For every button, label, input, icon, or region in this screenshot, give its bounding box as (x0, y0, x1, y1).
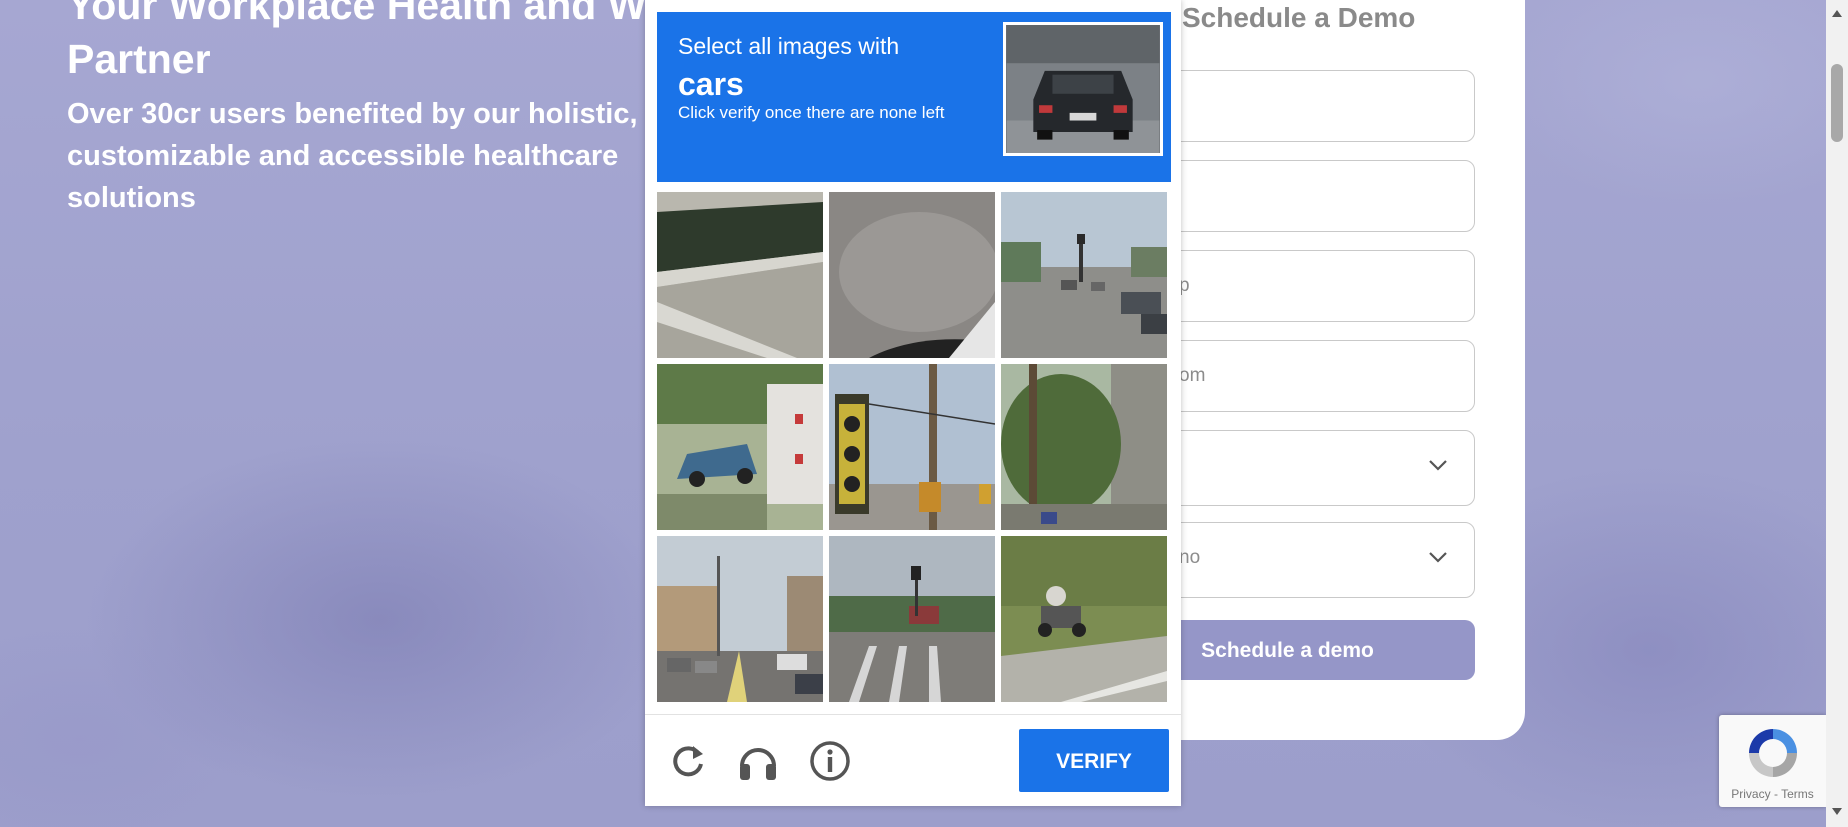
captcha-tile[interactable] (657, 536, 823, 702)
form-heading: Schedule a Demo (1182, 2, 1416, 33)
captcha-tile[interactable] (1001, 192, 1167, 358)
hero-subtitle: Over 30cr users benefited by our holisti… (67, 98, 638, 214)
chevron-down-icon (1429, 460, 1447, 471)
reload-icon[interactable] (667, 740, 709, 782)
captcha-target: cars (678, 66, 744, 102)
captcha-sample-image (1003, 22, 1163, 156)
terms-link[interactable]: Terms (1781, 787, 1814, 801)
captcha-footer: VERIFY (645, 714, 1181, 807)
chevron-down-icon (1429, 552, 1447, 563)
scrollbar-thumb[interactable] (1831, 64, 1843, 142)
captcha-instruction: Select all images with (678, 33, 900, 59)
captcha-tile[interactable] (1001, 536, 1167, 702)
badge-links: Privacy - Terms (1719, 787, 1826, 801)
captcha-header: Select all images with cars Click verify… (657, 12, 1171, 182)
captcha-tile[interactable] (829, 192, 995, 358)
scroll-down-arrow-icon[interactable] (1831, 807, 1843, 817)
recaptcha-badge[interactable]: Privacy - Terms (1719, 715, 1826, 807)
field-placeholder: no (1179, 547, 1201, 568)
captcha-tile[interactable] (829, 536, 995, 702)
field-placeholder: om (1179, 365, 1206, 386)
captcha-tile[interactable] (1001, 364, 1167, 530)
page-scrollbar[interactable] (1826, 0, 1848, 827)
captcha-hint: Click verify once there are none left (678, 103, 945, 122)
captcha-tile[interactable] (657, 364, 823, 530)
captcha-challenge: Select all images with cars Click verify… (645, 0, 1181, 806)
info-icon[interactable] (809, 740, 851, 782)
verify-button[interactable]: VERIFY (1019, 729, 1169, 792)
captcha-tile[interactable] (657, 192, 823, 358)
captcha-tile-grid (657, 192, 1168, 702)
headphones-icon[interactable] (737, 740, 779, 782)
badge-separator: - (1770, 787, 1782, 801)
recaptcha-logo-icon (1749, 729, 1797, 777)
privacy-link[interactable]: Privacy (1731, 787, 1770, 801)
captcha-tile[interactable] (829, 364, 995, 530)
scroll-up-arrow-icon[interactable] (1831, 8, 1843, 18)
